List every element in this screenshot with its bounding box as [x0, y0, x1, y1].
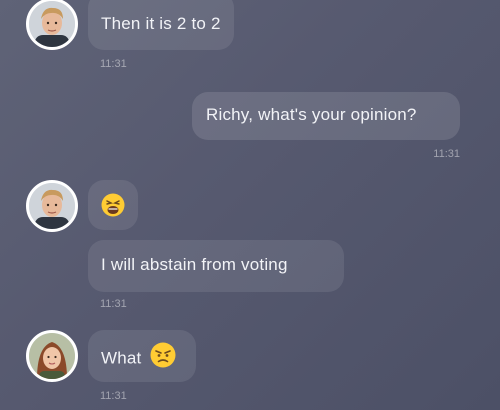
message-bubble[interactable]: What [88, 330, 196, 382]
angry-face-icon [150, 342, 176, 373]
message-bubble[interactable]: Then it is 2 to 2 [88, 0, 234, 50]
avatar-man[interactable] [26, 180, 78, 232]
message-text: Then it is 2 to 2 [101, 14, 221, 33]
message-bubble[interactable]: Richy, what's your opinion? [192, 92, 460, 140]
message-bubble[interactable] [88, 180, 138, 230]
avatar-man[interactable] [26, 0, 78, 50]
message-timestamp: 11:31 [433, 148, 460, 160]
message-timestamp: 11:31 [100, 390, 127, 402]
message-timestamp: 11:31 [100, 58, 127, 70]
message-text: I will abstain from voting [101, 255, 288, 274]
message-text: Richy, what's your opinion? [206, 105, 417, 124]
chat-thread: Then it is 2 to 2 11:31 Richy, what's yo… [0, 0, 500, 410]
avatar-woman[interactable] [26, 330, 78, 382]
message-text: What [101, 348, 142, 368]
message-timestamp: 11:31 [100, 298, 127, 310]
message-bubble[interactable]: I will abstain from voting [88, 240, 344, 292]
weary-face-icon [101, 193, 125, 222]
